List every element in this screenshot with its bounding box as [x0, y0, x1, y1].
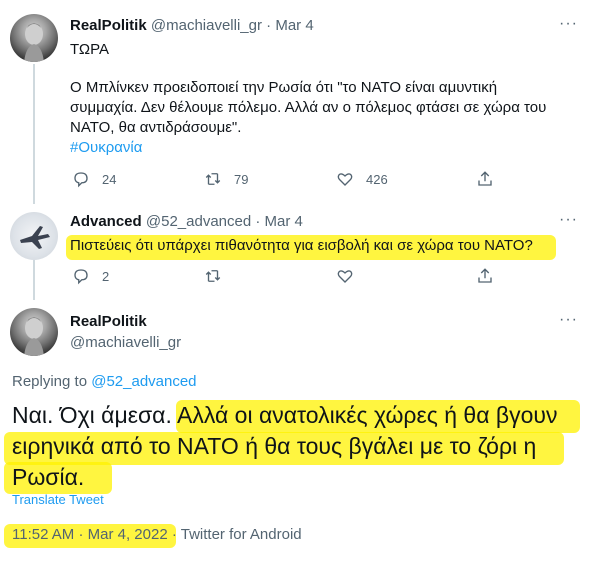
tweet-text: Πιστεύεις ότι υπάρχει πιθανότητα για εισ… — [70, 237, 533, 254]
share-icon — [478, 171, 492, 186]
like-count: 426 — [366, 171, 388, 187]
reply-icon — [74, 269, 88, 285]
tweet-text-line: Ρωσία. — [12, 464, 85, 490]
hashtag-link[interactable]: #Ουκρανία — [70, 138, 570, 158]
more-icon[interactable]: ··· — [559, 211, 578, 229]
reply-button[interactable]: 24 — [72, 170, 116, 188]
display-name-block: RealPolitik — [70, 313, 147, 330]
separator-dot: · — [255, 213, 261, 230]
retweet-button[interactable] — [204, 267, 234, 285]
tweet-text: ΤΩΡΑ Ο Μπλίνκεν προειδοποιεί την Ρωσία ό… — [70, 40, 570, 158]
retweet-count: 79 — [234, 171, 249, 187]
tweet-date[interactable]: Mar 4 — [265, 213, 303, 230]
translate-tweet-link[interactable]: Translate Tweet — [12, 492, 104, 507]
display-name[interactable]: Advanced — [70, 213, 142, 230]
like-button[interactable] — [336, 267, 366, 285]
tweet-original[interactable]: RealPolitik @machiavelli_gr · Mar 4 ··· … — [0, 0, 592, 200]
jet-image — [20, 226, 50, 249]
tweet-actions: 24 79 426 — [70, 170, 510, 190]
separator-dot: · — [171, 526, 177, 543]
tweet-text-line: ειρηνικά από το ΝΑΤΟ ή θα τους βγάλει με… — [12, 433, 537, 459]
focused-tweet-text: Ναι. Όχι άμεσα. Αλλά οι ανατολικές χώρες… — [12, 400, 582, 493]
user-handle[interactable]: @machiavelli_gr — [70, 334, 181, 351]
bust-image — [24, 317, 44, 356]
user-handle[interactable]: @machiavelli_gr — [151, 17, 262, 34]
tweet-source: Twitter for Android — [180, 526, 302, 543]
reply-button[interactable]: 2 — [72, 267, 109, 285]
replying-label: Replying to — [12, 373, 88, 390]
like-button[interactable]: 426 — [336, 170, 388, 188]
more-icon[interactable]: ··· — [559, 15, 578, 33]
tweet-full-date[interactable]: Mar 4, 2022 — [88, 526, 168, 543]
avatar[interactable] — [10, 308, 58, 356]
reply-count: 24 — [102, 171, 117, 187]
tweet-text-line: ΤΩΡΑ — [70, 41, 110, 58]
handle-block: @machiavelli_gr — [70, 334, 181, 351]
reply-count: 2 — [102, 268, 110, 284]
replying-to: Replying to @52_advanced — [12, 373, 197, 390]
share-button[interactable] — [476, 170, 506, 188]
separator-dot: · — [78, 526, 84, 543]
avatar[interactable] — [10, 14, 58, 62]
tweet-header: Advanced @52_advanced · Mar 4 — [70, 213, 303, 230]
retweet-icon — [205, 270, 221, 282]
like-icon — [337, 173, 353, 186]
tweet-text-line: Ναι. Όχι άμεσα. Αλλά οι ανατολικές χώρες… — [12, 402, 558, 428]
avatar[interactable] — [10, 212, 58, 260]
reply-icon — [74, 172, 88, 188]
tweet-date[interactable]: Mar 4 — [275, 17, 313, 34]
tweet-actions: 2 — [70, 267, 510, 287]
tweet-meta: 11:52 AM · Mar 4, 2022 · Twitter for And… — [12, 526, 302, 543]
share-button[interactable] — [476, 267, 506, 285]
tweet-text-line: ΝΑΤΟ, θα αντιδράσουμε". — [70, 119, 242, 136]
tweet-header: RealPolitik @machiavelli_gr · Mar 4 — [70, 17, 314, 34]
mention-link[interactable]: @52_advanced — [91, 373, 196, 390]
separator-dot: · — [266, 17, 272, 34]
retweet-icon — [205, 173, 221, 185]
user-handle[interactable]: @52_advanced — [146, 213, 251, 230]
tweet-reply[interactable]: Advanced @52_advanced · Mar 4 ··· Πιστεύ… — [0, 200, 592, 296]
share-icon — [478, 268, 492, 283]
more-icon[interactable]: ··· — [559, 311, 578, 329]
display-name[interactable]: RealPolitik — [70, 17, 147, 34]
like-icon — [337, 270, 353, 283]
tweet-time[interactable]: 11:52 AM — [12, 526, 74, 543]
tweet-text-line: Ο Μπλίνκεν προειδοποιεί την Ρωσία ότι "τ… — [70, 79, 498, 96]
retweet-button[interactable]: 79 — [204, 170, 248, 188]
tweet-text-line: συμμαχία. Δεν θέλουμε πόλεμο. Αλλά αν ο … — [70, 99, 547, 116]
display-name[interactable]: RealPolitik — [70, 313, 147, 330]
bust-image — [24, 23, 44, 62]
